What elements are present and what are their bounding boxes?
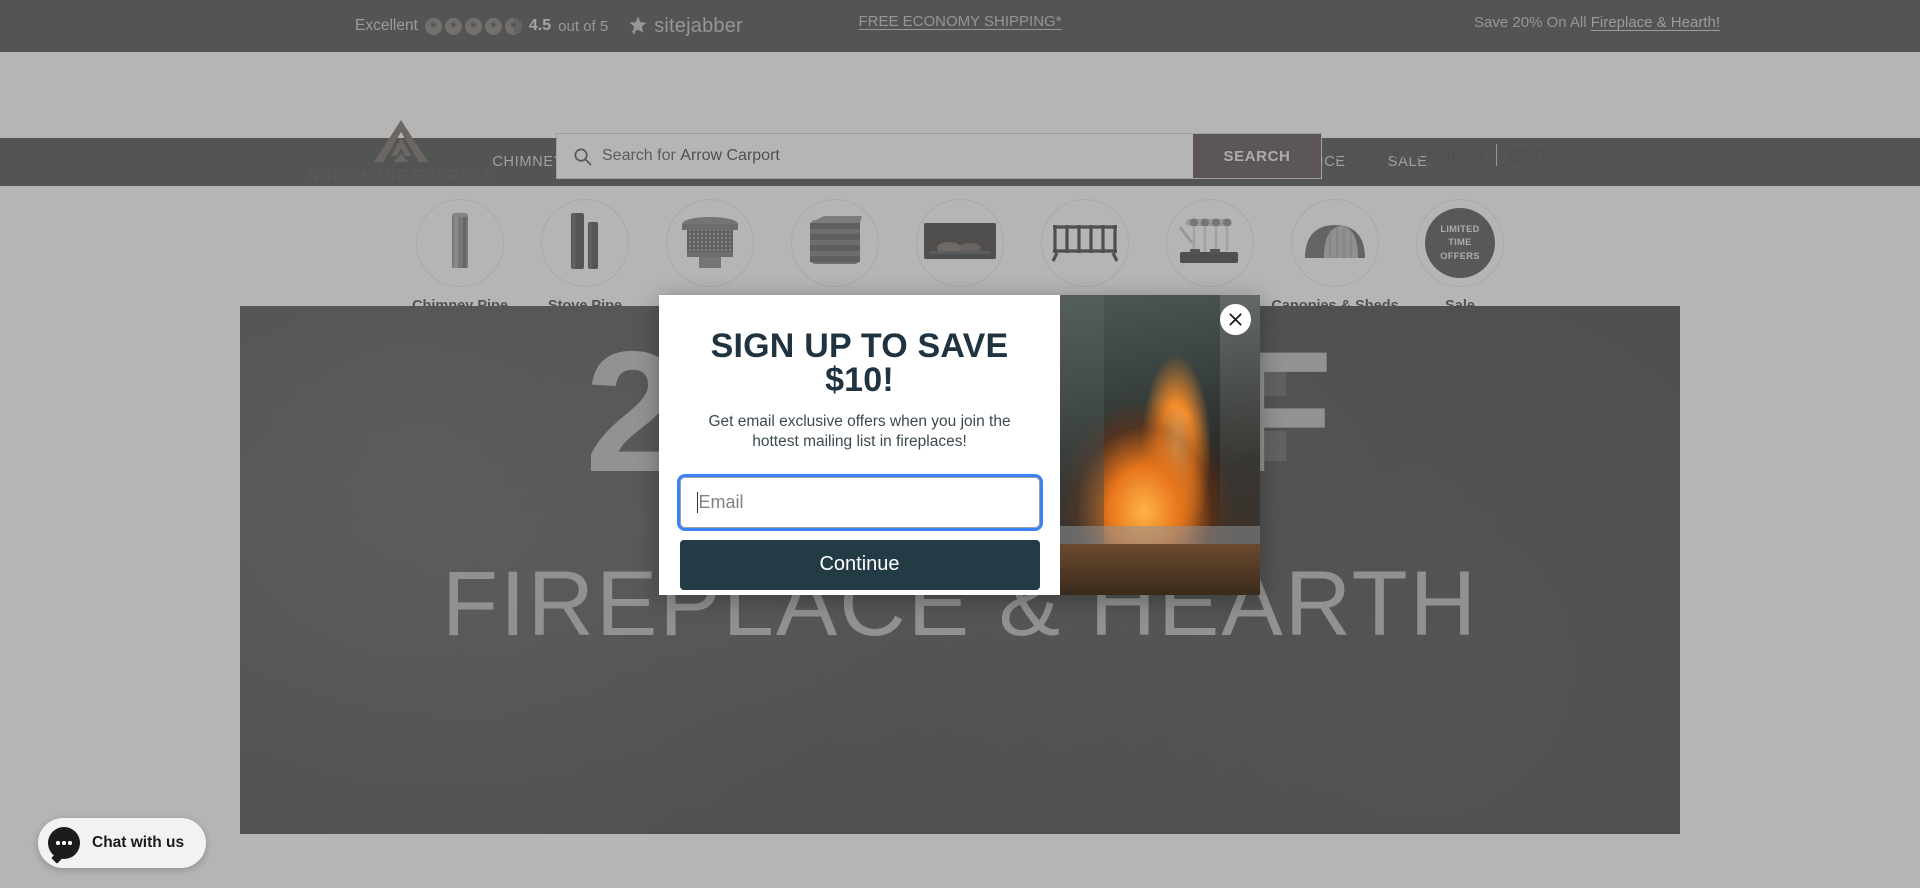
continue-button[interactable]: Continue [679,539,1040,590]
fireplace-hearth [1060,544,1260,595]
modal-image [1060,295,1260,595]
modal-title: SIGN UP TO SAVE $10! [710,327,1009,399]
fireplace-grate [1060,526,1260,544]
fireplace-photo [1060,295,1260,595]
newsletter-signup-modal: SIGN UP TO SAVE $10! Get email exclusive… [659,295,1260,595]
modal-content: SIGN UP TO SAVE $10! Get email exclusive… [659,295,1060,595]
chat-widget-label: Chat with us [92,834,185,851]
chat-bubble-tail [51,852,63,864]
chat-widget-button[interactable]: Chat with us [38,818,207,868]
chat-dots [56,841,72,845]
modal-subtitle: Get email exclusive offers when you join… [708,413,1011,451]
text-cursor [696,491,698,513]
email-input[interactable]: Email [676,473,1043,531]
email-placeholder: Email [698,491,744,512]
close-icon[interactable] [1220,304,1251,335]
page-root: Excellent ★ ★ ★ ★ ★ 4.5 out of 5 s [0,0,1920,888]
chat-bubble-icon [48,827,80,864]
